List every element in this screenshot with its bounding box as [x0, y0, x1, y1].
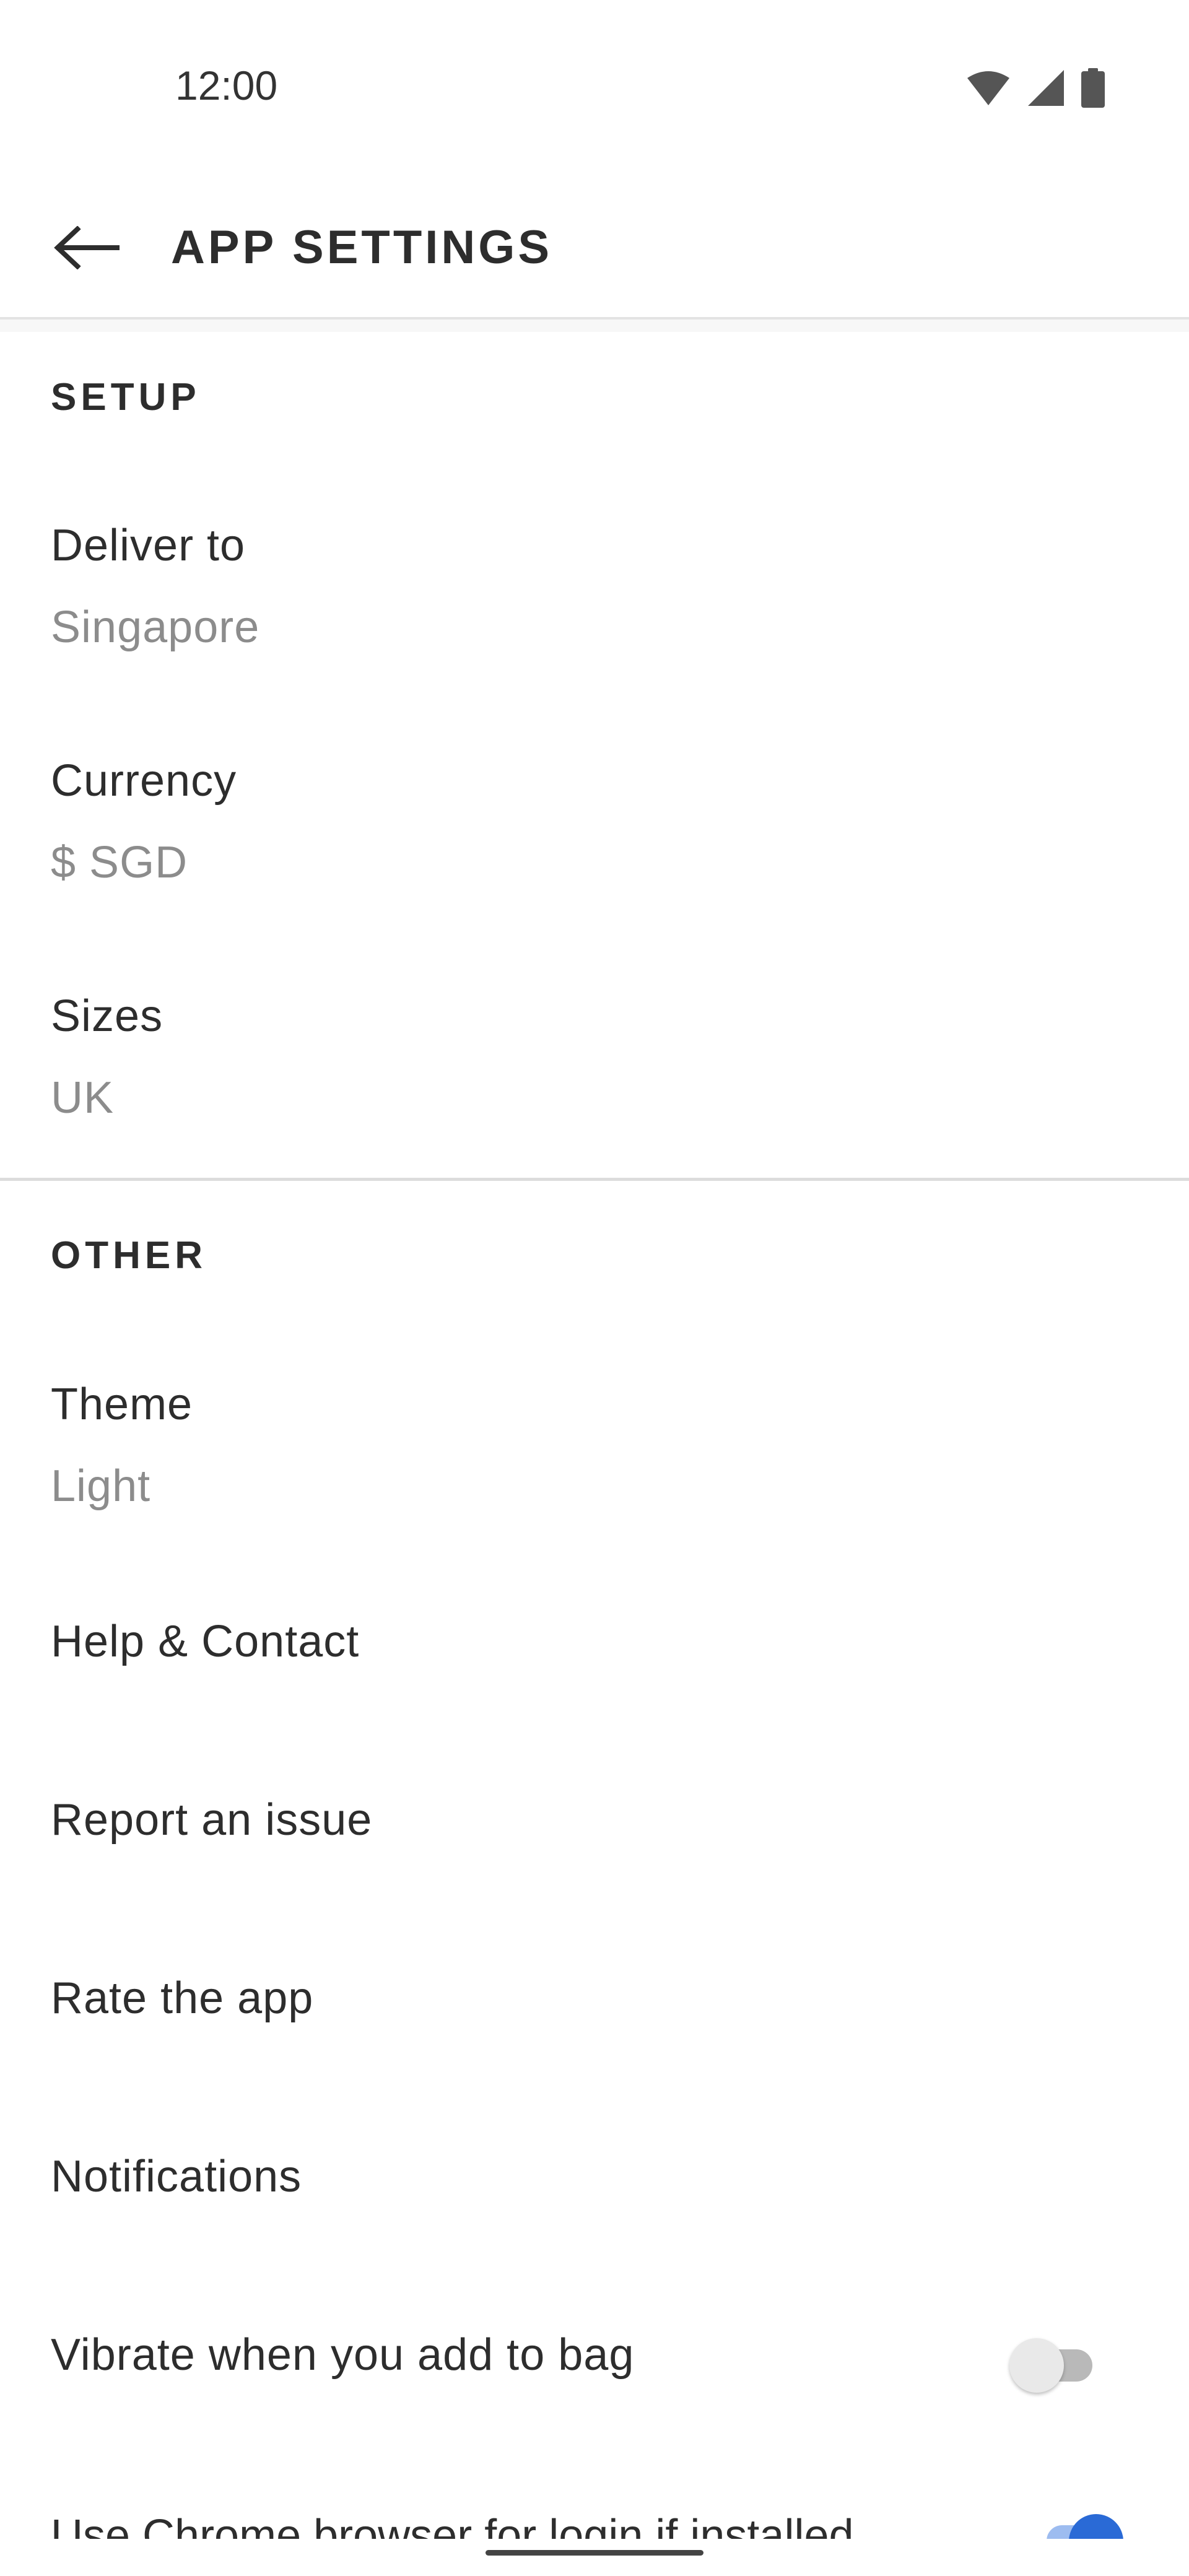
back-button[interactable] — [43, 204, 130, 291]
setting-label: Report an issue — [51, 1795, 373, 1845]
toggle-thumb — [1009, 2338, 1064, 2393]
setting-label: Deliver to — [51, 521, 246, 570]
page-title: APP SETTINGS — [171, 221, 553, 274]
setting-rate-app[interactable]: Rate the app — [0, 1942, 1189, 2066]
setting-label: Help & Contact — [51, 1617, 360, 1666]
setting-label: Sizes — [51, 991, 163, 1041]
setting-label: Vibrate when you add to bag — [51, 2330, 635, 2380]
setting-vibrate[interactable]: Vibrate when you add to bag — [0, 2299, 1189, 2422]
setting-value: UK — [51, 1073, 115, 1123]
arrow-left-icon — [54, 226, 120, 269]
status-time: 12:00 — [175, 63, 278, 108]
setting-label: Currency — [51, 756, 237, 806]
setting-help-contact[interactable]: Help & Contact — [0, 1585, 1189, 1709]
setting-deliver-to[interactable]: Deliver to Singapore — [0, 502, 1189, 706]
app-bar: APP SETTINGS — [0, 180, 1189, 320]
setting-value: Light — [51, 1461, 151, 1511]
setting-label: Rate the app — [51, 1973, 314, 2023]
cellular-signal-icon — [1028, 70, 1064, 106]
setting-label: Notifications — [51, 2152, 302, 2201]
section-header-setup: SETUP — [51, 376, 201, 419]
setting-label: Use Chrome browser for login if installe… — [51, 2511, 854, 2539]
vibrate-toggle[interactable] — [1009, 2333, 1096, 2393]
setting-value: Singapore — [51, 603, 260, 652]
setting-value: $ SGD — [51, 838, 188, 887]
section-divider — [0, 1178, 1189, 1181]
section-header-other: OTHER — [51, 1234, 207, 1277]
home-indicator[interactable] — [486, 2550, 703, 2556]
status-icons — [966, 68, 1105, 108]
setting-currency[interactable]: Currency $ SGD — [0, 737, 1189, 941]
setting-theme[interactable]: Theme Light — [0, 1360, 1189, 1565]
battery-icon — [1081, 68, 1105, 108]
setting-report-issue[interactable]: Report an issue — [0, 1764, 1189, 1887]
wifi-icon — [967, 71, 1009, 105]
setting-chrome-login[interactable]: Use Chrome browser for login if installe… — [0, 2496, 1189, 2539]
header-shadow-strip — [0, 320, 1189, 332]
setting-sizes[interactable]: Sizes UK — [0, 972, 1189, 1177]
setting-notifications[interactable]: Notifications — [0, 2120, 1189, 2244]
chrome-toggle[interactable] — [1069, 2514, 1123, 2539]
setting-label: Theme — [51, 1380, 193, 1429]
status-bar: 12:00 — [0, 0, 1189, 180]
